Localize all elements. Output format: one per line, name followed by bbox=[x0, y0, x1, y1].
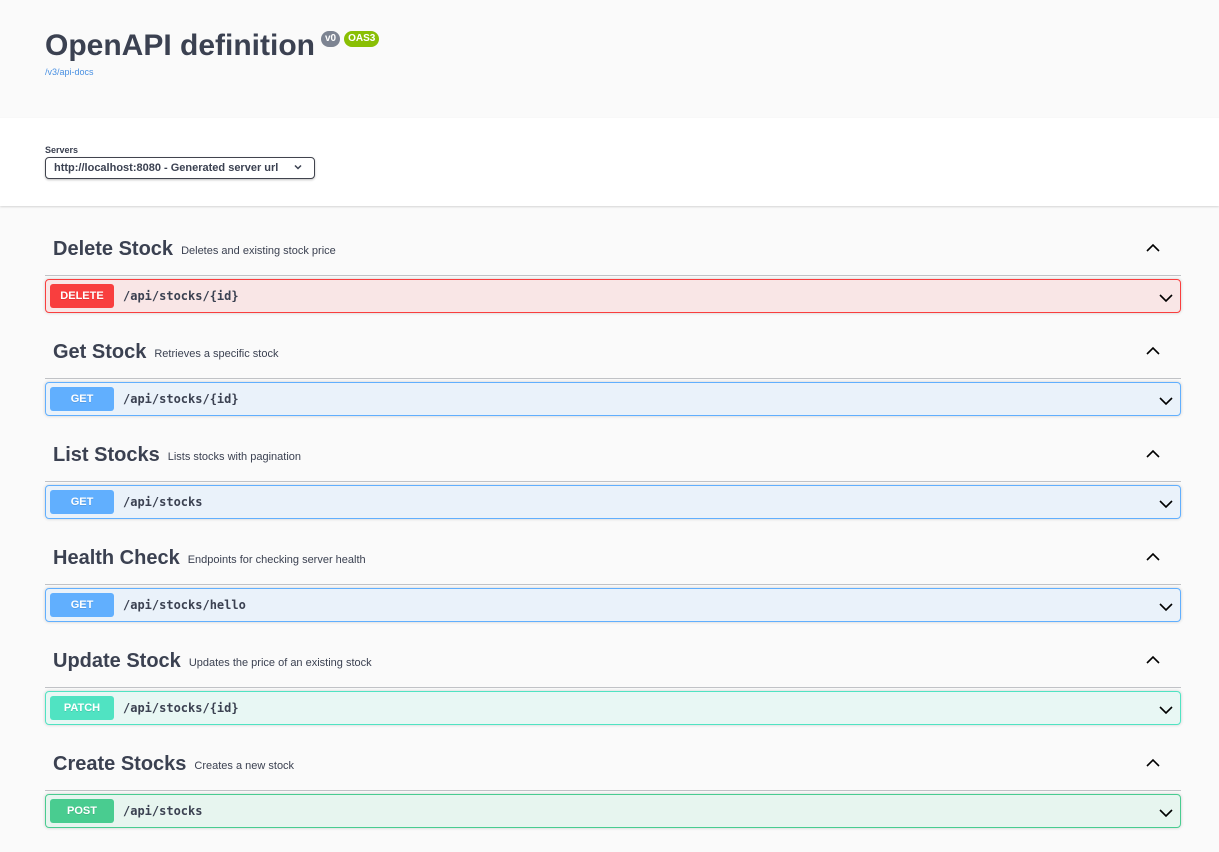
tag-header[interactable]: Get Stock Retrieves a specific stock bbox=[45, 327, 1181, 379]
chevron-up-icon[interactable] bbox=[1145, 343, 1161, 361]
chevron-up-icon[interactable] bbox=[1145, 549, 1161, 567]
api-docs-link[interactable]: /v3/api-docs bbox=[45, 67, 94, 77]
method-badge: GET bbox=[50, 490, 114, 514]
tag-name: Health Check bbox=[53, 547, 180, 569]
page-title: OpenAPI definition bbox=[45, 29, 315, 62]
tag-group-create-stocks: Create Stocks Creates a new stock POST /… bbox=[45, 739, 1181, 828]
method-badge: DELETE bbox=[50, 284, 114, 308]
operation-row[interactable]: GET /api/stocks/hello bbox=[45, 588, 1181, 622]
tag-name: List Stocks bbox=[53, 444, 160, 466]
operation-row[interactable]: GET /api/stocks/{id} bbox=[45, 382, 1181, 416]
operation-path: /api/stocks/{id} bbox=[123, 701, 239, 715]
chevron-down-icon[interactable] bbox=[1158, 599, 1174, 617]
chevron-up-icon[interactable] bbox=[1145, 652, 1161, 670]
operation-path: /api/stocks/{id} bbox=[123, 289, 239, 303]
info-header: OpenAPI definition v0 OAS3 /v3/api-docs bbox=[0, 0, 1219, 118]
tag-group-health-check: Health Check Endpoints for checking serv… bbox=[45, 533, 1181, 622]
tag-header[interactable]: List Stocks Lists stocks with pagination bbox=[45, 430, 1181, 482]
tag-header[interactable]: Create Stocks Creates a new stock bbox=[45, 739, 1181, 791]
operation-path: /api/stocks bbox=[123, 495, 203, 509]
operation-path: /api/stocks bbox=[123, 804, 203, 818]
chevron-down-icon[interactable] bbox=[1158, 805, 1174, 823]
tag-group-update-stock: Update Stock Updates the price of an exi… bbox=[45, 636, 1181, 725]
scheme-container: Servers http://localhost:8080 - Generate… bbox=[0, 118, 1219, 206]
method-badge: GET bbox=[50, 387, 114, 411]
chevron-down-icon bbox=[293, 162, 303, 175]
server-select-value: http://localhost:8080 - Generated server… bbox=[54, 162, 279, 174]
tag-group-delete-stock: Delete Stock Deletes and existing stock … bbox=[45, 224, 1181, 313]
tag-name: Update Stock bbox=[53, 650, 181, 672]
operation-row[interactable]: GET /api/stocks bbox=[45, 485, 1181, 519]
tag-name: Get Stock bbox=[53, 341, 147, 363]
tag-header[interactable]: Delete Stock Deletes and existing stock … bbox=[45, 224, 1181, 276]
tag-description: Updates the price of an existing stock bbox=[188, 656, 372, 669]
method-badge: PATCH bbox=[50, 696, 114, 720]
tag-name: Delete Stock bbox=[53, 238, 174, 260]
oas-badge: OAS3 bbox=[344, 31, 380, 47]
chevron-down-icon[interactable] bbox=[1158, 393, 1174, 411]
tag-description: Deletes and existing stock price bbox=[181, 244, 336, 257]
operation-row[interactable]: PATCH /api/stocks/{id} bbox=[45, 691, 1181, 725]
server-select[interactable]: http://localhost:8080 - Generated server… bbox=[45, 157, 315, 179]
chevron-up-icon[interactable] bbox=[1145, 240, 1161, 258]
method-badge: POST bbox=[50, 799, 114, 823]
tag-header[interactable]: Update Stock Updates the price of an exi… bbox=[45, 636, 1181, 688]
tag-group-list-stocks: List Stocks Lists stocks with pagination… bbox=[45, 430, 1181, 519]
operation-path: /api/stocks/{id} bbox=[123, 392, 239, 406]
operation-row[interactable]: POST /api/stocks bbox=[45, 794, 1181, 828]
operation-row[interactable]: DELETE /api/stocks/{id} bbox=[45, 279, 1181, 313]
title-row: OpenAPI definition v0 OAS3 bbox=[45, 28, 380, 64]
tag-description: Retrieves a specific stock bbox=[154, 347, 279, 360]
chevron-down-icon[interactable] bbox=[1158, 496, 1174, 514]
chevron-up-icon[interactable] bbox=[1145, 446, 1161, 464]
tag-group-get-stock: Get Stock Retrieves a specific stock GET… bbox=[45, 327, 1181, 416]
tag-name: Create Stocks bbox=[53, 753, 187, 775]
tag-description: Lists stocks with pagination bbox=[167, 450, 301, 463]
servers-label: Servers bbox=[45, 145, 79, 155]
operation-path: /api/stocks/hello bbox=[123, 598, 246, 612]
tag-description: Creates a new stock bbox=[194, 759, 295, 772]
chevron-down-icon[interactable] bbox=[1158, 290, 1174, 308]
chevron-up-icon[interactable] bbox=[1145, 755, 1161, 773]
tag-header[interactable]: Health Check Endpoints for checking serv… bbox=[45, 533, 1181, 585]
method-badge: GET bbox=[50, 593, 114, 617]
version-badge: v0 bbox=[321, 31, 341, 47]
tag-description: Endpoints for checking server health bbox=[187, 553, 366, 566]
chevron-down-icon[interactable] bbox=[1158, 702, 1174, 720]
